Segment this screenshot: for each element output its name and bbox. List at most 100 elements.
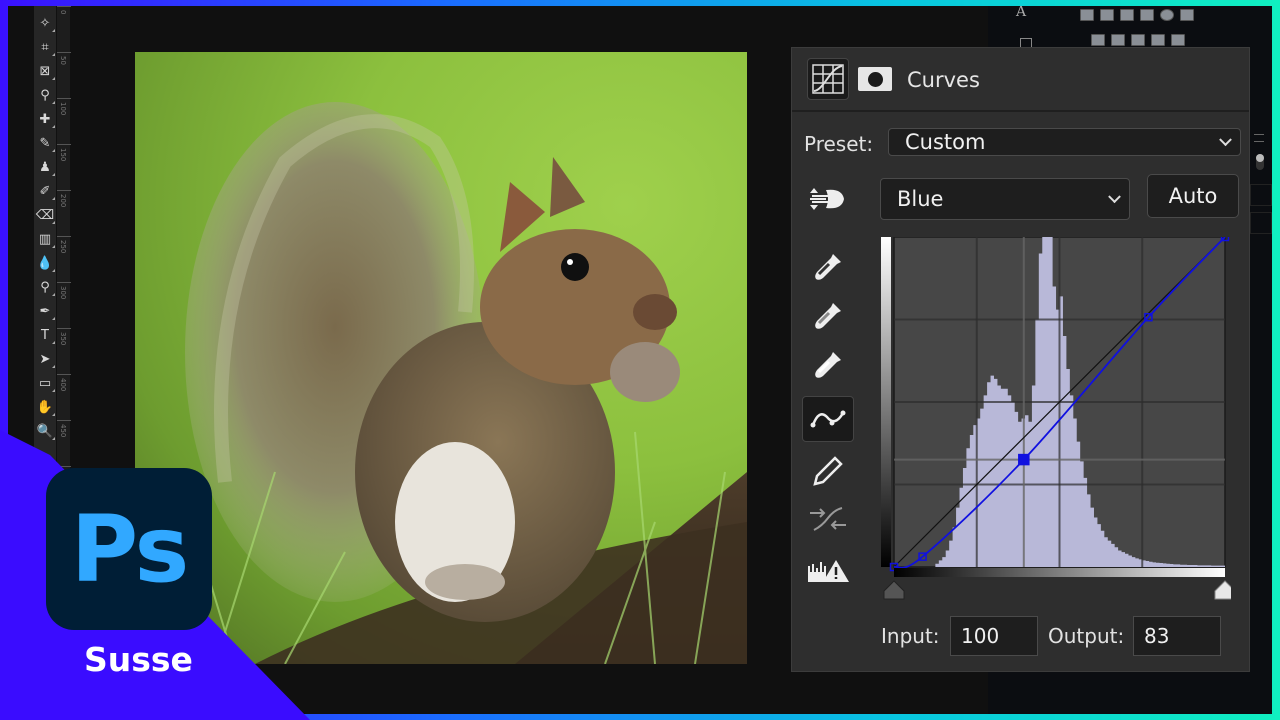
logo-text: Ps bbox=[70, 495, 190, 603]
ruler-label: 300 bbox=[59, 286, 67, 300]
brush-tool-icon: ✎ bbox=[39, 135, 51, 151]
chevron-down-icon bbox=[1108, 190, 1121, 204]
magic-wand-tool-button[interactable]: ✧ bbox=[34, 12, 56, 34]
sample-highlights-eyedropper[interactable] bbox=[802, 342, 854, 388]
panel-menu-icon[interactable] bbox=[1254, 134, 1264, 142]
ruler-tick bbox=[57, 98, 71, 99]
layer-blend-dropdown[interactable] bbox=[1250, 184, 1272, 206]
ruler-tick bbox=[57, 374, 71, 375]
eyedropper-tool-button[interactable]: ⚲ bbox=[34, 84, 56, 106]
pen-tool-button[interactable]: ✒ bbox=[34, 300, 56, 322]
gradient-tool-button[interactable]: ▥ bbox=[34, 228, 56, 250]
panel-header: Curves bbox=[792, 48, 1249, 112]
rectangle-tool-button[interactable]: ▭ bbox=[34, 372, 56, 394]
levels-adjustment-icon[interactable] bbox=[1080, 9, 1094, 21]
layer-opacity-dropdown[interactable] bbox=[1250, 212, 1272, 234]
ruler-tick bbox=[57, 190, 71, 191]
curves-adjustment-tab[interactable] bbox=[807, 58, 849, 100]
brush-tool-button[interactable]: ✎ bbox=[34, 132, 56, 154]
healing-brush-tool-icon: ✚ bbox=[39, 111, 51, 127]
white-point-slider[interactable] bbox=[1214, 580, 1236, 600]
channel-mixer-adjustment-icon[interactable] bbox=[1160, 9, 1174, 21]
selected-control-point[interactable] bbox=[1018, 453, 1030, 466]
clipping-warning-toggle[interactable] bbox=[802, 548, 854, 594]
input-gradient-bar bbox=[894, 568, 1225, 577]
ruler-tick bbox=[57, 420, 71, 421]
channel-value: Blue bbox=[897, 187, 944, 211]
smooth-curve-button[interactable] bbox=[802, 496, 854, 542]
dodge-tool-button[interactable]: ⚲ bbox=[34, 276, 56, 298]
screen: ✧ ⌗ ⊠ ⚲ ✚ ✎ ♟ ✐ ⌫ ▥ 💧 ⚲ ✒ T ➤ ▭ ✋ 🔍 0 50 100 150 200 250 300 350… bbox=[0, 0, 1280, 720]
ruler-label: 0 bbox=[59, 10, 67, 15]
ruler-label: 100 bbox=[59, 102, 67, 116]
clone-stamp-tool-button[interactable]: ♟ bbox=[34, 156, 56, 178]
gray-eyedropper-icon bbox=[815, 303, 841, 329]
output-field[interactable]: 83 bbox=[1133, 616, 1221, 656]
ruler-tick bbox=[57, 6, 71, 7]
toggle-switch[interactable] bbox=[1256, 154, 1264, 170]
ruler-label: 50 bbox=[59, 56, 67, 65]
panel-title: Curves bbox=[907, 68, 980, 92]
preset-label: Preset: bbox=[804, 132, 874, 156]
eraser-tool-icon: ⌫ bbox=[35, 207, 55, 223]
hand-tool-button[interactable]: ✋ bbox=[34, 396, 56, 418]
path-selection-tool-button[interactable]: ➤ bbox=[34, 348, 56, 370]
zoom-tool-button[interactable]: 🔍 bbox=[34, 420, 56, 442]
preset-dropdown[interactable]: Custom bbox=[888, 128, 1241, 156]
mask-circle-icon bbox=[867, 71, 883, 87]
ruler-label: 350 bbox=[59, 332, 67, 346]
input-label: Input: bbox=[881, 624, 940, 648]
channel-dropdown[interactable]: Blue bbox=[880, 178, 1130, 220]
healing-brush-tool-button[interactable]: ✚ bbox=[34, 108, 56, 130]
blur-tool-button[interactable]: 💧 bbox=[34, 252, 56, 274]
adjustments-row-2 bbox=[1091, 34, 1185, 46]
pen-tool-icon: ✒ bbox=[39, 303, 51, 319]
squirrel-image bbox=[185, 102, 747, 664]
output-label: Output: bbox=[1048, 624, 1125, 648]
white-eyedropper-icon bbox=[815, 352, 841, 378]
black-white-adjustment-icon[interactable] bbox=[1120, 9, 1134, 21]
ruler-tick bbox=[57, 236, 71, 237]
pencil-icon bbox=[813, 456, 843, 486]
sample-midtones-eyedropper[interactable] bbox=[802, 293, 854, 339]
input-field[interactable]: 100 bbox=[950, 616, 1038, 656]
history-brush-tool-button[interactable]: ✐ bbox=[34, 180, 56, 202]
edit-points-tool[interactable] bbox=[802, 396, 854, 442]
hand-tool-icon: ✋ bbox=[36, 399, 54, 415]
ruler-tick bbox=[57, 144, 71, 145]
posterize-adjustment-icon[interactable] bbox=[1111, 34, 1125, 46]
curves-graph[interactable] bbox=[881, 232, 1236, 617]
frame-tool-button[interactable]: ⊠ bbox=[34, 60, 56, 82]
ruler-label: 450 bbox=[59, 424, 67, 438]
dodge-tool-icon: ⚲ bbox=[40, 279, 50, 295]
character-panel-icon[interactable]: A bbox=[1016, 6, 1026, 20]
ruler-tick bbox=[57, 282, 71, 283]
color-lookup-adjustment-icon[interactable] bbox=[1180, 9, 1194, 21]
document-canvas-squirrel-photo[interactable] bbox=[135, 52, 747, 664]
sample-shadows-eyedropper[interactable] bbox=[802, 244, 854, 290]
path-selection-tool-icon: ➤ bbox=[39, 351, 51, 367]
photoshop-logo: Ps bbox=[46, 468, 212, 630]
adjustments-row-1 bbox=[1080, 9, 1194, 21]
draw-pencil-tool[interactable] bbox=[802, 448, 854, 494]
black-point-slider[interactable] bbox=[883, 580, 905, 600]
ruler-label: 250 bbox=[59, 240, 67, 254]
selective-color-adjustment-icon[interactable] bbox=[1171, 34, 1185, 46]
eraser-tool-button[interactable]: ⌫ bbox=[34, 204, 56, 226]
threshold-adjustment-icon[interactable] bbox=[1131, 34, 1145, 46]
black-eyedropper-icon bbox=[815, 254, 841, 280]
crop-tool-button[interactable]: ⌗ bbox=[34, 36, 56, 58]
blur-tool-icon: 💧 bbox=[36, 255, 54, 271]
gradient-map-adjustment-icon[interactable] bbox=[1151, 34, 1165, 46]
invert-adjustment-icon[interactable] bbox=[1091, 34, 1105, 46]
output-gradient-bar bbox=[881, 237, 891, 567]
ruler-label: 150 bbox=[59, 148, 67, 162]
ruler-tick bbox=[57, 328, 71, 329]
auto-button[interactable]: Auto bbox=[1147, 174, 1239, 218]
curves-chart[interactable] bbox=[881, 232, 1236, 617]
type-tool-button[interactable]: T bbox=[34, 324, 56, 346]
photo-filter-adjustment-icon[interactable] bbox=[1140, 9, 1154, 21]
color-balance-adjustment-icon[interactable] bbox=[1100, 9, 1114, 21]
targeted-adjustment-icon[interactable] bbox=[808, 184, 848, 218]
layer-mask-tab[interactable] bbox=[858, 67, 892, 91]
